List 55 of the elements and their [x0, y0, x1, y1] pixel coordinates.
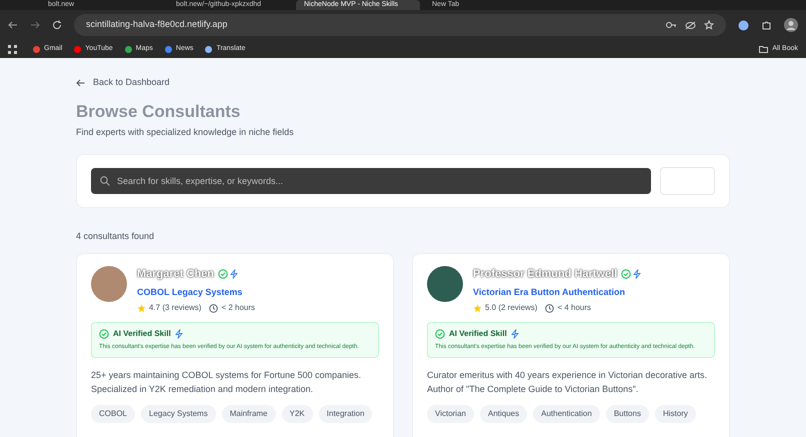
skill-tag: COBOL: [91, 405, 136, 423]
lightning-icon: [633, 269, 642, 280]
skill-link[interactable]: COBOL Legacy Systems: [137, 286, 256, 299]
skill-link[interactable]: Victorian Era Button Authentication: [473, 286, 642, 299]
check-circle-icon: [218, 269, 228, 280]
check-circle-icon: [99, 329, 109, 339]
clock-icon: [209, 304, 218, 312]
consultant-name: Margaret Chen: [137, 267, 214, 282]
search-field[interactable]: Search for skills, expertise, or keywords...: [91, 168, 651, 194]
star-icon: [137, 304, 146, 312]
consultant-bio: 25+ years maintaining COBOL systems for Fortune 500 companies. Specialized in Y2K remediation and modern integration.: [91, 369, 362, 396]
reload-icon[interactable]: [52, 20, 62, 30]
skill-tag: Legacy Systems: [141, 405, 216, 423]
response-time: < 2 hours: [221, 302, 256, 314]
eye-slash-icon[interactable]: [685, 20, 696, 30]
consultant-name: Professor Edmund Hartwell: [473, 267, 618, 282]
back-link[interactable]: Back to Dashboard: [76, 76, 170, 90]
lightning-icon: [174, 329, 183, 339]
rating-text: 5.0 (2 reviews): [485, 302, 538, 314]
response-time: < 4 hours: [557, 302, 592, 314]
verified-title: AI Verified Skill: [113, 328, 171, 340]
url-text: scintillating-halva-f8e0cd.netlify.app: [86, 18, 228, 32]
avatar-photo: [427, 266, 463, 302]
avatar-photo: [91, 266, 127, 302]
key-icon[interactable]: [666, 21, 677, 29]
skill-tag: Victorian: [427, 405, 474, 423]
folder-icon: [759, 46, 768, 52]
verified-title: AI Verified Skill: [449, 328, 507, 340]
skill-tag: Integration: [318, 405, 372, 423]
consultant-bio: Curator emeritus with 40 years experience in Victorian decorative arts. Author of "The Complete Guide to Victorian Buttons".: [427, 369, 708, 396]
back-icon[interactable]: [8, 20, 18, 30]
skill-tag: Antiques: [480, 405, 528, 423]
skill-tag: History: [654, 405, 696, 423]
address-bar[interactable]: scintillating-halva-f8e0cd.netlify.app: [74, 14, 726, 36]
lightning-icon: [510, 329, 519, 339]
check-circle-icon: [621, 269, 632, 280]
arrow-left-icon: [76, 78, 85, 87]
page-title: Browse Consultants: [76, 100, 242, 122]
star-icon: [473, 304, 482, 312]
extension-icon[interactable]: [738, 20, 749, 30]
rating-text: 4.7 (3 reviews): [149, 302, 202, 314]
clock-icon: [545, 304, 554, 312]
search-icon: [100, 176, 110, 186]
results-count: 4 consultants found: [76, 230, 156, 242]
star-icon[interactable]: [704, 20, 714, 30]
apps-grid-icon[interactable]: [8, 44, 17, 54]
page-subtitle: Find experts with specialized knowledge in niche fields: [76, 126, 295, 139]
profile-icon[interactable]: [784, 18, 798, 32]
lightning-icon: [230, 269, 238, 280]
skill-tag: Y2K: [282, 405, 313, 423]
skill-tag: Mainframe: [222, 405, 276, 423]
check-circle-icon: [435, 329, 445, 339]
forward-icon[interactable]: [30, 20, 40, 30]
skill-tag: Authentication: [533, 405, 600, 423]
skill-tag: Buttons: [606, 405, 649, 423]
